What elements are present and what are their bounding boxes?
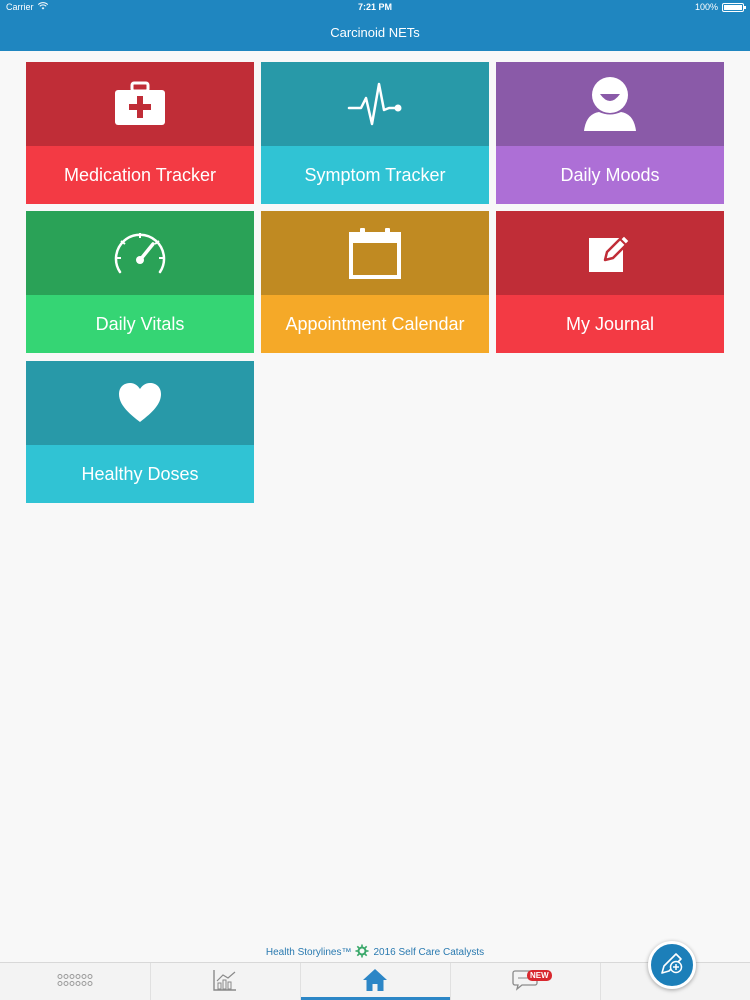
smiley-face-icon [581, 75, 639, 133]
tab-home[interactable] [300, 963, 450, 1000]
tab-reports[interactable] [150, 963, 300, 1000]
tile-top [496, 62, 724, 146]
tile-label: Symptom Tracker [304, 164, 446, 185]
status-bar: Carrier 7:21 PM 100% [0, 0, 750, 15]
tile-medication-tracker[interactable]: Medication Tracker [26, 62, 254, 204]
footer-credits: Health Storylines™ 2016 Self Care Cataly… [0, 944, 750, 961]
tile-label: Healthy Doses [81, 463, 199, 484]
tile-label: My Journal [565, 313, 655, 334]
copyright-label: 2016 Self Care Catalysts [373, 947, 485, 958]
heartbeat-icon [347, 78, 403, 130]
tile-top [26, 62, 254, 146]
tile-top [261, 211, 489, 295]
home-icon [362, 968, 388, 997]
tile-healthy-doses[interactable]: Healthy Doses [26, 361, 254, 503]
calendar-icon [348, 226, 402, 280]
first-aid-kit-icon [113, 80, 167, 128]
tile-daily-vitals[interactable]: Daily Vitals [26, 211, 254, 353]
tile-bottom: Daily Moods [496, 146, 724, 204]
heart-icon [117, 382, 163, 424]
tab-bar [0, 962, 750, 1000]
chart-icon [213, 969, 237, 996]
page-title: Carcinoid NETs [330, 25, 420, 40]
tile-bottom: Healthy Doses [26, 445, 254, 503]
tile-label: Daily Vitals [95, 313, 185, 334]
tile-daily-moods[interactable]: Daily Moods [496, 62, 724, 204]
tile-my-journal[interactable]: My Journal [496, 211, 724, 353]
tile-symptom-tracker[interactable]: Symptom Tracker [261, 62, 489, 204]
gear-logo-icon [355, 944, 369, 961]
add-entry-button[interactable] [648, 941, 696, 989]
tile-bottom: Medication Tracker [26, 146, 254, 204]
battery-icon [722, 2, 746, 12]
tile-bottom: Appointment Calendar [261, 295, 489, 353]
brand-label: Health Storylines™ [265, 947, 352, 958]
tile-label: Appointment Calendar [285, 313, 465, 334]
tile-bottom: Daily Vitals [26, 295, 254, 353]
nav-bar: Carcinoid NETs [0, 15, 750, 51]
tab-menu[interactable] [0, 963, 150, 1000]
tile-top [26, 211, 254, 295]
tab-community[interactable] [450, 963, 600, 1000]
new-badge: NEW [527, 970, 552, 981]
tile-label: Medication Tracker [63, 164, 217, 185]
status-time: 7:21 PM [357, 2, 392, 12]
dots-grid-icon [57, 973, 93, 992]
edit-note-icon [587, 230, 633, 276]
battery-percent: 100% [694, 2, 718, 12]
tile-bottom: Symptom Tracker [261, 146, 489, 204]
speedometer-icon [112, 228, 168, 278]
tile-top [26, 361, 254, 445]
tile-top [261, 62, 489, 146]
tile-bottom: My Journal [496, 295, 724, 353]
add-entry-icon [659, 950, 685, 981]
tile-label: Daily Moods [560, 164, 660, 185]
tile-appointment-calendar[interactable]: Appointment Calendar [261, 211, 489, 353]
tile-top [496, 211, 724, 295]
